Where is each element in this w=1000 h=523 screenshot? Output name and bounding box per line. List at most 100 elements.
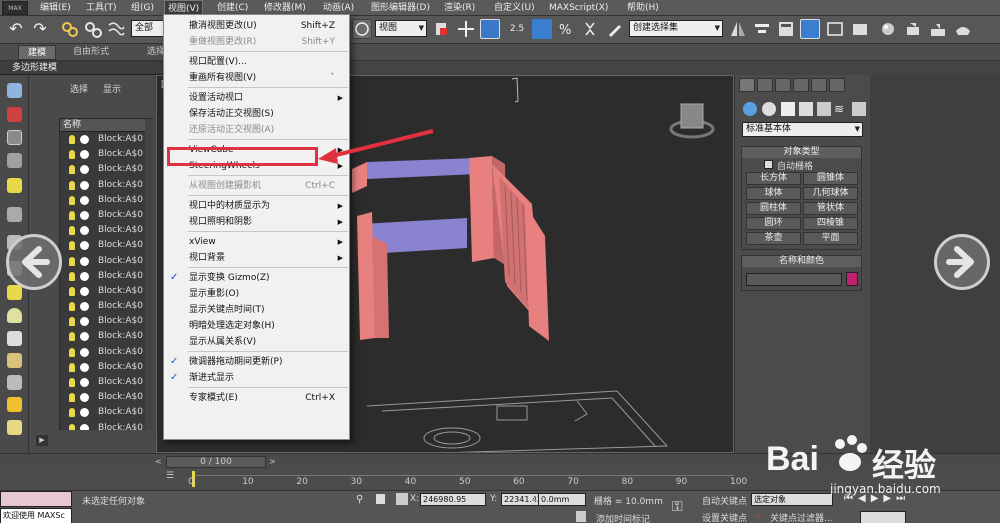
tab-freeform[interactable]: 自由形式 [64, 45, 118, 60]
pyramid-button[interactable]: 四棱锥 [803, 217, 858, 230]
explorer-row[interactable]: Block:A$0 [60, 390, 152, 405]
light-bulb-icon[interactable] [69, 226, 75, 236]
teapot-icon[interactable] [7, 83, 22, 98]
selection-filter-dropdown[interactable]: 全部 [131, 20, 165, 37]
view-menu-item[interactable]: 从视图创建摄影机 Ctrl+C [164, 178, 349, 194]
explorer-row[interactable]: Block:A$0 [60, 360, 152, 375]
menu-customize[interactable]: 自定义(U) [494, 0, 535, 16]
time-slider[interactable]: 0 / 100 [166, 456, 266, 468]
selection-lock-icon[interactable] [376, 494, 385, 504]
box-icon[interactable] [7, 285, 22, 300]
explorer-row[interactable]: Block:A$0 [60, 132, 152, 147]
explorer-row[interactable]: Block:A$0 [60, 299, 152, 314]
spinner-snap-icon[interactable] [580, 19, 600, 39]
sphere-icon[interactable] [7, 331, 22, 346]
add-time-tag[interactable]: 添加时间标记 [596, 512, 650, 523]
light-bulb-icon[interactable] [69, 362, 75, 372]
view-menu-item[interactable]: 显示关键点时间(T) [164, 302, 349, 318]
name-and-color-title[interactable]: 名称和颜色 [742, 256, 861, 267]
light-bulb-icon[interactable] [69, 150, 75, 160]
slider-right-arrow-icon[interactable]: > [269, 457, 277, 467]
rendered-frame-window-icon[interactable] [928, 19, 948, 39]
pivot-icon[interactable] [432, 19, 452, 39]
light-bulb-icon[interactable] [69, 180, 75, 190]
sphere-button[interactable]: 球体 [746, 187, 801, 200]
explorer-column-name[interactable]: 名称 [60, 119, 152, 132]
explorer-row[interactable]: Block:A$0 [60, 375, 152, 390]
time-tag-icon[interactable] [576, 511, 586, 522]
visibility-icon[interactable] [80, 286, 89, 296]
visibility-icon[interactable] [80, 317, 89, 327]
explorer-row[interactable]: Block:A$0 [60, 162, 152, 177]
viewcube[interactable] [669, 103, 715, 139]
visibility-icon[interactable] [80, 408, 89, 418]
app-logo[interactable]: MAX [2, 1, 28, 15]
light-bulb-icon[interactable] [69, 241, 75, 251]
current-frame-field[interactable] [860, 511, 906, 523]
visibility-icon[interactable] [80, 241, 89, 251]
explorer-row[interactable]: Block:A$0 [60, 238, 152, 253]
x-coordinate-field[interactable]: 246980.95 [420, 493, 486, 506]
angle-snap-icon[interactable] [532, 19, 552, 39]
material-editor-icon[interactable] [878, 19, 898, 39]
view-menu-item[interactable]: 视口中的材质显示为 ▶ [164, 198, 349, 214]
explorer-row[interactable]: Block:A$0 [60, 193, 152, 208]
menu-tools[interactable]: 工具(T) [86, 0, 117, 16]
tube-button[interactable]: 管状体 [803, 202, 858, 215]
visibility-icon[interactable] [80, 180, 89, 190]
previous-arrow-button[interactable] [6, 234, 62, 290]
explorer-tab-select[interactable]: 选择 [70, 82, 88, 95]
toggle-scene-explorer-icon[interactable] [776, 19, 796, 39]
view-menu-item[interactable]: 撤消视图更改(U) Shift+Z [164, 18, 349, 34]
lights-icon[interactable] [781, 102, 795, 116]
render-production-icon[interactable] [953, 19, 973, 39]
light-bulb-icon[interactable] [69, 393, 75, 403]
menu-help[interactable]: 帮助(H) [627, 0, 659, 16]
hierarchy-tab-icon[interactable] [775, 78, 791, 92]
dome-icon[interactable] [7, 308, 22, 323]
light-bulb-icon[interactable] [69, 256, 75, 266]
tab-modeling[interactable]: 建模 [18, 45, 57, 60]
light-bulb-icon[interactable] [69, 165, 75, 175]
visibility-icon[interactable] [80, 378, 89, 387]
view-menu-item[interactable]: 显示从属关系(V) [164, 334, 349, 350]
visibility-icon[interactable] [80, 210, 89, 220]
explorer-row[interactable]: Block:A$0 [60, 178, 152, 193]
menu-maxscript[interactable]: MAXScript(X) [549, 0, 608, 16]
mini-curve-editor-icon[interactable]: ☰ [166, 471, 178, 486]
cone-icon[interactable] [7, 375, 22, 390]
explorer-row[interactable]: Block:A$0 [60, 329, 152, 344]
explorer-row[interactable]: Block:A$0 [60, 223, 152, 238]
curve-editor-icon[interactable] [850, 19, 870, 39]
disc-icon[interactable] [7, 420, 22, 435]
key-filters-button[interactable]: 关键点过滤器... [770, 511, 833, 523]
toggle-ribbon-icon[interactable] [825, 19, 845, 39]
view-menu-item[interactable]: 专家模式(E) Ctrl+X [164, 390, 349, 406]
light-bulb-icon[interactable] [69, 210, 75, 220]
light-bulb-icon[interactable] [69, 302, 75, 312]
view-menu-item[interactable]: 显示重影(O) [164, 286, 349, 302]
keyboard-shortcut-override-icon[interactable] [480, 19, 500, 39]
systems-icon[interactable] [852, 102, 866, 116]
unlink-icon[interactable] [83, 19, 103, 39]
reference-coordinate-dropdown[interactable]: 视图 ▼ [375, 20, 427, 37]
menu-rendering[interactable]: 渲染(R) [444, 0, 475, 16]
object-color-swatch[interactable] [846, 272, 858, 286]
explorer-row[interactable]: Block:A$0 [60, 405, 152, 420]
scene-explorer-icon[interactable] [7, 107, 22, 122]
light-bulb-icon[interactable] [69, 317, 75, 327]
explorer-tab-display[interactable]: 显示 [103, 82, 121, 95]
motion-tab-icon[interactable] [793, 78, 809, 92]
percent-snap-icon[interactable]: % [556, 19, 576, 39]
light-bulb-icon[interactable] [69, 195, 75, 205]
shapes-icon[interactable] [762, 102, 776, 116]
box-button[interactable]: 长方体 [746, 172, 801, 185]
view-menu-item[interactable]: 保存活动正交视图(S) [164, 106, 349, 122]
teapot-button[interactable]: 茶壶 [746, 232, 801, 245]
explorer-row[interactable]: Block:A$0 [60, 284, 152, 299]
ribbon-subtab-polygon-modeling[interactable]: 多边形建模 [0, 61, 165, 75]
view-menu-item[interactable]: 重做视图更改(R) Shift+Y [164, 34, 349, 50]
snap-toggle-icon[interactable]: 2.5 [507, 19, 527, 39]
visibility-icon[interactable] [80, 256, 89, 266]
create-tab-icon[interactable] [739, 78, 755, 92]
